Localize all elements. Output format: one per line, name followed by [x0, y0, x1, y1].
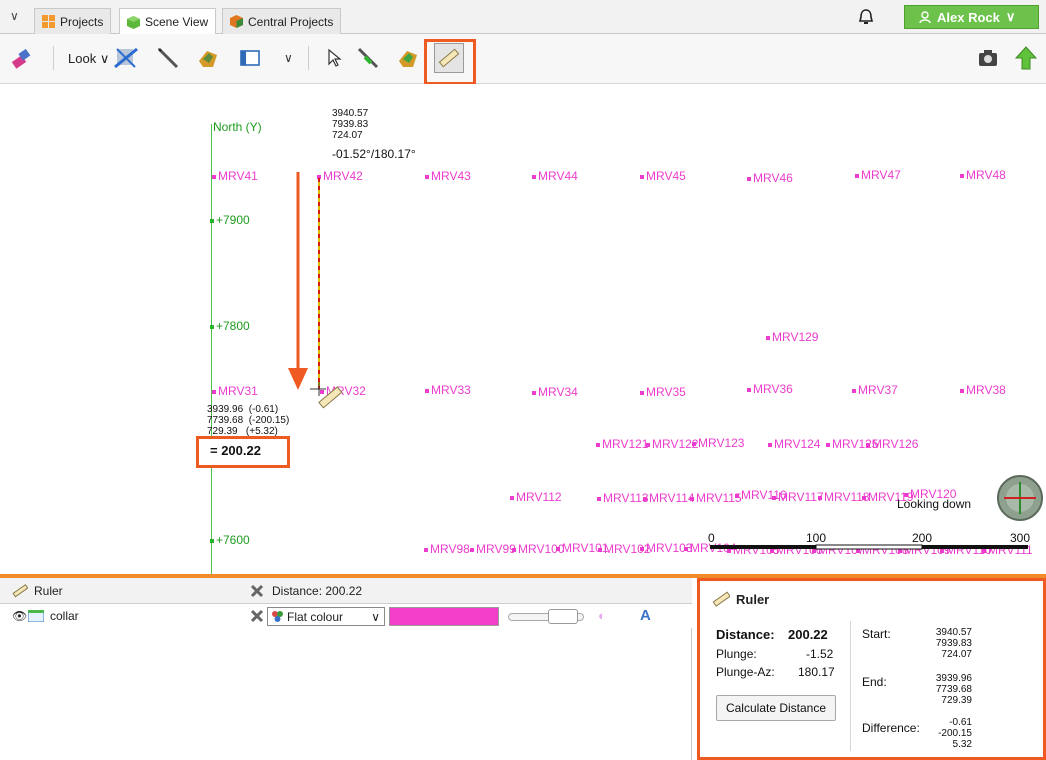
- tab-menu-chevron-icon[interactable]: ∨: [10, 9, 19, 23]
- distance-label: Distance:: [716, 627, 775, 642]
- remove-x-icon[interactable]: [250, 609, 264, 623]
- plunge-value: -1.52: [806, 647, 834, 661]
- start-z: 724.07: [941, 649, 972, 660]
- distance-header: Distance: 200.22: [272, 584, 363, 598]
- ruler-row[interactable]: Ruler Distance: 200.22: [0, 578, 692, 604]
- end-coords-label: 3939.96 (-0.61) 7739.68 (-200.15) 729.39…: [207, 404, 290, 437]
- calculate-distance-button[interactable]: Calculate Distance: [716, 695, 836, 721]
- end-y: 7739.68: [935, 684, 972, 695]
- scale-bar-seg3: [922, 545, 1028, 549]
- ruler-panel-title: Ruler: [712, 591, 769, 607]
- end-x: 3939.96: [935, 673, 972, 684]
- tab-label: Projects: [60, 14, 104, 29]
- difference-y: -200.15: [938, 728, 972, 739]
- user-name: Alex Rock: [937, 9, 1000, 25]
- tab-bar: ∨ Projects Scene View Central Projects A…: [0, 0, 1046, 35]
- ruler-cursor-icon: [318, 386, 343, 409]
- toolbar-divider: [53, 46, 54, 70]
- toolbar: Look ∨ ∨: [0, 34, 1046, 84]
- opacity-slider-handle[interactable]: [548, 609, 578, 624]
- text-label-icon[interactable]: A: [640, 607, 651, 624]
- colour-mode-value: Flat colour: [287, 609, 344, 624]
- end-z: 729.39: [941, 695, 972, 706]
- scale-bar-seg2: [815, 544, 923, 550]
- look-dropdown[interactable]: Look ∨: [68, 51, 109, 67]
- tab-central-projects[interactable]: Central Projects: [222, 8, 342, 34]
- eye-icon[interactable]: 👁: [12, 609, 27, 623]
- scale-label-300: 300: [1010, 531, 1031, 545]
- layout-panel-icon[interactable]: [236, 44, 264, 72]
- ruler-row-label: Ruler: [34, 584, 63, 598]
- end-label: End:: [862, 675, 887, 689]
- tab-projects[interactable]: Projects: [34, 8, 112, 34]
- plunge-az-label: Plunge-Az:: [716, 665, 775, 679]
- scale-label-200: 200: [912, 531, 933, 545]
- upload-arrow-icon[interactable]: [1012, 44, 1040, 72]
- shapes-list-panel: Ruler Distance: 200.22 👁 collar Flat col…: [0, 578, 692, 760]
- surface-tool-icon[interactable]: [194, 44, 222, 72]
- scale-label-100: 100: [806, 531, 827, 545]
- panel-divider: [850, 621, 851, 751]
- tab-label: Scene View: [145, 15, 209, 29]
- pencil-icon[interactable]: [154, 44, 182, 72]
- view-direction-label: Looking down: [897, 497, 972, 511]
- distance-value: 200.22: [788, 627, 828, 642]
- remove-x-icon[interactable]: [250, 584, 264, 598]
- collar-row[interactable]: 👁 collar Flat colour ∨ ◐ A: [0, 604, 692, 628]
- user-icon: [919, 10, 931, 23]
- green-pen-icon[interactable]: [354, 44, 382, 72]
- user-account-button[interactable]: Alex Rock ∨: [904, 5, 1039, 29]
- layout-chevron-down-icon[interactable]: ∨: [284, 51, 293, 65]
- central-cube-icon: [230, 15, 243, 28]
- start-label: Start:: [862, 627, 891, 641]
- tab-scene-view[interactable]: Scene View: [119, 8, 217, 35]
- projects-grid-icon: [42, 15, 55, 28]
- scene-view-3d[interactable]: North (Y) +7900 +7800 +7600 3940.57 7939…: [0, 84, 1046, 574]
- measure-arrow-head: [288, 368, 308, 390]
- difference-values: -0.61 -200.15 5.32: [922, 717, 972, 750]
- difference-label: Difference:: [862, 721, 920, 735]
- ruler-icon: [12, 584, 28, 598]
- colour-mode-select[interactable]: Flat colour ∨: [267, 607, 385, 626]
- start-y: 7939.83: [935, 638, 972, 649]
- select-arrow-icon[interactable]: [320, 44, 348, 72]
- tab-label: Central Projects: [248, 14, 334, 29]
- surface-edit-icon[interactable]: [394, 44, 422, 72]
- plunge-az-value: 180.17: [798, 665, 835, 679]
- plunge-label: Plunge:: [716, 647, 757, 661]
- chevron-down-icon: ∨: [1005, 9, 1016, 24]
- slice-tool-icon[interactable]: [112, 44, 140, 72]
- camera-icon[interactable]: [974, 44, 1002, 72]
- difference-z: 5.32: [952, 739, 972, 750]
- scene-graphics: [288, 172, 1043, 550]
- ruler-properties-panel: Ruler Distance: 200.22 Plunge: -1.52 Plu…: [697, 578, 1046, 760]
- palette-icon: [272, 611, 283, 622]
- scale-label-0: 0: [708, 531, 715, 545]
- collar-label: collar: [50, 609, 79, 623]
- scale-bar-seg1: [710, 545, 816, 549]
- cube-icon: [127, 15, 140, 29]
- ruler-tool-highlight: [424, 39, 476, 85]
- colour-swatch[interactable]: [389, 607, 499, 626]
- distance-overlay-value: = 200.22: [210, 443, 261, 458]
- lighting-icon[interactable]: ◐: [598, 608, 606, 623]
- end-values: 3939.96 7739.68 729.39: [922, 673, 972, 706]
- start-x: 3940.57: [935, 627, 972, 638]
- table-icon: [28, 610, 44, 622]
- ruler-icon: [712, 591, 730, 607]
- eraser-icon[interactable]: [8, 44, 36, 72]
- start-values: 3940.57 7939.83 724.07: [922, 627, 972, 660]
- difference-x: -0.61: [949, 717, 972, 728]
- look-label: Look: [68, 51, 97, 66]
- toolbar-divider: [308, 46, 309, 70]
- ruler-panel-title-text: Ruler: [736, 591, 770, 607]
- chevron-down-icon: ∨: [371, 609, 380, 624]
- bell-icon[interactable]: [856, 7, 876, 27]
